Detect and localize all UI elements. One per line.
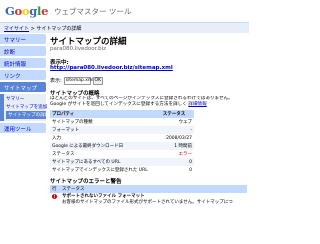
error-status-column-header: ステータス: [60, 185, 247, 193]
ok-button[interactable]: OK: [92, 76, 103, 85]
sitemap-properties-table: プロパティ ステータス サイトマップの種類 ウェブ フォーマット - 入力 2008/…: [50, 110, 194, 174]
sidebar-subitem-summary[interactable]: サマリー: [6, 95, 46, 103]
sidebar-item-sitemaps[interactable]: サイトマップ: [0, 82, 46, 92]
sitemap-selector: 表示: sitemap.xml ▾ OK: [50, 75, 247, 86]
table-row: サイトマップでインデックスに登録された URL 0: [50, 166, 194, 174]
overview-title: サイトマップの概略: [50, 91, 100, 97]
sidebar-item-links[interactable]: リンク: [0, 70, 46, 80]
property-value: 2008/03/27: [166, 135, 192, 141]
property-name: Google による最終ダウンロード日: [50, 142, 161, 150]
sidebar-item-statistics[interactable]: 統計情報: [0, 58, 46, 68]
property-value: 0: [189, 167, 192, 173]
overview-description: ほとんどのサイトは、すべてのページがインデックスに登録されるわけではありません。…: [50, 96, 247, 108]
sitemap-select[interactable]: sitemap.xml ▾: [63, 76, 96, 85]
errors-table: 行 ステータス ! サポートされないファイル フォーマット お客様のサイトマップ…: [50, 185, 247, 207]
overview-help-link[interactable]: 詳細情報: [188, 102, 206, 107]
table-row: サイトマップの種類 ウェブ: [50, 118, 194, 126]
sitemap-url-link[interactable]: http://para080.livedoor.biz/sitemap.xml: [50, 65, 247, 74]
table-row: Google による最終ダウンロード日 1 時間前: [50, 142, 194, 150]
table-header-row: 行 ステータス: [50, 185, 247, 193]
sidebar-submenu: サマリー サイトマップを追加 サイトマップの詳細: [0, 94, 49, 121]
errors-title: サイトマップのエラーと警告: [50, 179, 122, 185]
status-error-value: エラー: [178, 152, 193, 157]
sidebar-item-tools[interactable]: 運用ツール: [0, 123, 46, 133]
product-name: ウェブマスター ツール: [54, 7, 132, 16]
property-value: -: [160, 126, 194, 134]
status-column-header: ステータス: [160, 110, 194, 118]
table-row: ステータス エラー: [50, 150, 194, 158]
error-icon: !: [52, 194, 57, 199]
line-column-header: 行: [50, 185, 60, 193]
table-row: ! サポートされないファイル フォーマット お客様のサイトマップのファイル形式が…: [50, 193, 247, 207]
property-name: ステータス: [52, 152, 75, 157]
main-content: サイトマップの詳細 para080.livedoor.biz 表示中: http…: [50, 35, 247, 244]
site-url: para080.livedoor.biz: [50, 46, 107, 52]
property-name: 入力: [52, 136, 61, 141]
view-label: 表示中:: [50, 60, 69, 66]
sidebar: サマリー 診断 統計情報 リンク サイトマップ サマリー サイトマップを追加 サ…: [0, 34, 49, 244]
table-row: サイトマップにあるすべての URL 0: [50, 158, 194, 166]
breadcrumb: マイサイト > サイトマップの詳細: [0, 22, 249, 33]
sidebar-item-summary[interactable]: サマリー: [0, 34, 46, 44]
filter-label: 表示:: [50, 78, 62, 84]
sidebar-item-diagnostics[interactable]: 診断: [0, 46, 46, 56]
property-name: サイトマップにあるすべての URL: [50, 158, 161, 166]
property-name: サイトマップでインデックスに登録された URL: [52, 168, 148, 173]
property-name: サイトマップの種類: [52, 120, 93, 125]
error-cell: サポートされないファイル フォーマット お客様のサイトマップのファイル形式がサポ…: [60, 193, 247, 207]
error-icon-cell: !: [50, 193, 60, 207]
table-row: フォーマット -: [50, 126, 194, 134]
property-value: 0: [160, 158, 194, 166]
property-column-header: プロパティ: [50, 110, 161, 118]
error-description: お客様のサイトマップのファイル形式がサポートされていません。サイトマップにつ: [62, 200, 233, 205]
table-row: 入力 2008/03/27: [50, 134, 194, 142]
sidebar-subitem-sitemap-details[interactable]: サイトマップの詳細: [6, 111, 49, 119]
property-value: 1 時間前: [160, 142, 194, 150]
google-logo[interactable]: Google: [5, 4, 48, 18]
sitemap-select-value: sitemap.xml: [65, 78, 94, 83]
page-title: サイトマップの詳細: [50, 37, 127, 47]
property-name: フォーマット: [50, 126, 161, 134]
breadcrumb-current: サイトマップの詳細: [36, 26, 82, 32]
header: Google ウェブマスター ツール: [0, 0, 249, 22]
table-header-row: プロパティ ステータス: [50, 110, 194, 118]
breadcrumb-home-link[interactable]: マイサイト: [4, 26, 29, 32]
sidebar-subitem-add-sitemap[interactable]: サイトマップを追加: [6, 103, 47, 111]
property-value: ウェブ: [178, 120, 193, 125]
